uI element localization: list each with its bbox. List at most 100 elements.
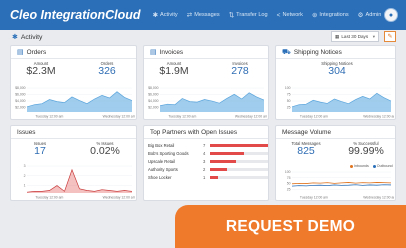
- y-tick-label: 3: [24, 164, 26, 168]
- metric-value: 17: [34, 145, 46, 157]
- metric-value: 0.02%: [90, 145, 120, 157]
- metric-value: 326: [98, 65, 116, 77]
- partner-bar: [210, 152, 245, 155]
- partner-count: 1: [203, 175, 206, 180]
- card-header: Top Partners with Open Issues: [144, 126, 268, 139]
- metric-value: 99.99%: [348, 145, 384, 157]
- area-fill: [160, 92, 264, 112]
- document-icon: ▤: [150, 49, 157, 56]
- date-range-select[interactable]: ▦ Last 30 Days ▾: [331, 31, 379, 42]
- card-title: Issues: [17, 128, 36, 136]
- success-pct-metric: % Successful 99.99%: [338, 141, 394, 157]
- y-tick-label: $6,000: [15, 93, 25, 97]
- metric-value: 825: [297, 145, 315, 157]
- date-range-value: Last 30 Days: [341, 34, 369, 39]
- shipping-metric: Shipping Notices 304: [306, 61, 368, 77]
- card-title: Top Partners with Open Issues: [150, 128, 238, 136]
- page-title-label: Activity: [20, 33, 43, 41]
- y-tick-label: 25: [287, 106, 291, 110]
- y-tick-label: 75: [287, 93, 291, 97]
- partner-count: 2: [203, 167, 206, 172]
- x-tick-label: Tuesday 12:00 am: [35, 196, 63, 200]
- invoices-chart: $8,000 $6,000 $4,000 $2,000 Tuesday 12:00 am…: [148, 86, 267, 119]
- area-fill: [27, 169, 132, 193]
- document-icon: ▤: [17, 49, 24, 56]
- x-tick-label: Wednesday 12:00 am: [363, 196, 394, 200]
- x-tick-label: Wednesday 12:00 am: [363, 115, 394, 119]
- nav-integrations[interactable]: ⊛ Integrations: [312, 11, 349, 19]
- issues-card: Issues Issues 17 % Issues 0.02% 3 2 1 Tuesday…: [10, 125, 137, 201]
- integrations-icon: ⊛: [311, 12, 318, 19]
- partner-name: Shoe Locker: [148, 175, 172, 180]
- partner-bar: [210, 160, 236, 163]
- bar-track: [210, 176, 268, 179]
- card-title: Shipping Notices: [293, 48, 342, 56]
- nav-activity[interactable]: ✱ Activity: [153, 11, 178, 19]
- x-tick-label: Wednesday 12:00 am: [235, 115, 267, 119]
- x-tick-label: Wednesday 12:00 am: [103, 115, 135, 119]
- x-tick-label: Tuesday 12:00 am: [300, 196, 328, 200]
- y-tick-label: 25: [287, 187, 291, 191]
- x-tick-label: Tuesday 12:00 am: [300, 115, 328, 119]
- orders-card: ▤ Orders Amount $2.3M Orders 326 $8,000 $6,0…: [10, 45, 137, 120]
- y-tick-label: 100: [285, 86, 291, 90]
- issues-metric: Issues 17: [15, 141, 65, 157]
- nav-label: Activity: [160, 12, 178, 18]
- x-tick-label: Wednesday 12:00 am: [103, 196, 135, 200]
- partner-bar: [210, 168, 228, 171]
- request-demo-button[interactable]: REQUEST DEMO: [175, 205, 406, 248]
- invoices-card: ▤ Invoices Amount $1.9M Invoices 278 $8,000…: [143, 45, 269, 120]
- total-messages-metric: Total Messages 825: [280, 141, 332, 157]
- partner-row[interactable]: Big Box Retail 7: [148, 142, 268, 149]
- partner-bar: [210, 176, 219, 179]
- nav-network[interactable]: < Network: [277, 12, 303, 19]
- partner-count: 3: [203, 159, 206, 164]
- main-nav: ✱ Activity ⇄ Messages ⇅ Transfer Log < Netwo…: [153, 11, 382, 20]
- partner-name: Authority Sports: [148, 167, 178, 172]
- nav-admin[interactable]: ⚙ Admin: [358, 11, 382, 19]
- page-header: ✱ Activity ▦ Last 30 Days ▾ ✎: [0, 30, 406, 44]
- bar-track: [210, 168, 268, 171]
- card-header: Issues: [11, 126, 136, 139]
- bar-track: [210, 152, 268, 155]
- metric-value: $1.9M: [159, 65, 189, 77]
- top-nav-bar: Cleo IntegrationCloud ✱ Activity ⇄ Message…: [0, 0, 406, 30]
- x-tick-label: Tuesday 12:00 am: [168, 115, 196, 119]
- invoices-metric: Invoices 278: [214, 61, 266, 77]
- metric-value: 304: [328, 65, 346, 77]
- partner-name: Upscale Retail: [148, 159, 175, 164]
- y-tick-label: $8,000: [148, 86, 158, 90]
- issues-pct-metric: % Issues 0.02%: [77, 141, 133, 157]
- partner-row[interactable]: Authority Sports 2: [148, 166, 268, 173]
- brand-logo[interactable]: Cleo IntegrationCloud: [10, 8, 141, 22]
- orders-metric: Orders 326: [81, 61, 133, 77]
- shipping-chart: 100 75 50 25 Tuesday 12:00 am Wednesday 12:00…: [285, 86, 394, 119]
- gear-icon: ⚙: [357, 12, 364, 19]
- card-title: Message Volume: [282, 128, 332, 136]
- cta-label: REQUEST DEMO: [225, 217, 356, 235]
- partner-row[interactable]: Upscale Retail 3: [148, 158, 268, 165]
- nav-label: Integrations: [319, 12, 349, 18]
- user-avatar[interactable]: ●: [384, 8, 398, 22]
- edit-dashboard-button[interactable]: ✎: [384, 31, 396, 42]
- nav-label: Transfer Log: [236, 12, 268, 18]
- orders-chart: $8,000 $6,000 $4,000 $2,000 Tuesday 12:00 am…: [15, 86, 135, 119]
- y-tick-label: $6,000: [148, 93, 158, 97]
- partner-row[interactable]: Bob's Sporting Goods 4: [148, 150, 268, 157]
- shipping-notices-card: ⛟ Shipping Notices Shipping Notices 304 10…: [275, 45, 396, 120]
- nav-messages[interactable]: ⇄ Messages: [187, 11, 220, 19]
- partner-name: Bob's Sporting Goods: [148, 151, 189, 156]
- truck-icon: ⛟: [282, 48, 291, 56]
- partner-count: 4: [203, 151, 206, 156]
- top-partners-card: Top Partners with Open Issues Big Box Re…: [143, 125, 269, 201]
- card-header: ▤ Invoices: [144, 46, 268, 59]
- page-title: ✱ Activity: [12, 33, 43, 42]
- partner-row[interactable]: Shoe Locker 1: [148, 174, 268, 181]
- nav-label: Admin: [365, 12, 382, 18]
- area-fill: [27, 91, 132, 112]
- card-header: ⛟ Shipping Notices: [276, 46, 395, 59]
- nav-transfer-log[interactable]: ⇅ Transfer Log: [229, 11, 268, 19]
- network-icon: <: [276, 11, 281, 19]
- message-volume-chart: 100 75 5025 Tuesday 12:00 am Wednesday 12:00…: [285, 170, 394, 200]
- issues-chart: 3 2 1 Tuesday 12:00 am Wednesday 12:00 am: [24, 164, 135, 200]
